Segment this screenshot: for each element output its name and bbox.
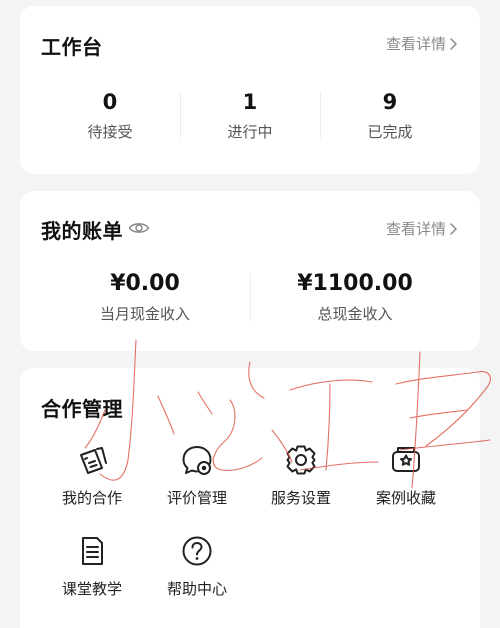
eye-icon[interactable] [128, 219, 150, 237]
cooperation-card: 合作管理 我的合作 评价管理 服务设置 案例收藏 课堂教学 帮助中心 [20, 368, 480, 628]
chevron-right-icon [450, 37, 457, 50]
document-icon [82, 537, 103, 565]
grid-item-label: 服务设置 [270, 489, 331, 507]
settings-icon [286, 445, 316, 475]
grid-item-my-cooperation[interactable]: 我的合作 [37, 443, 147, 508]
chevron-right-icon [450, 222, 457, 235]
workbench-title: 工作台 [41, 35, 103, 59]
star-box-icon [392, 447, 420, 472]
grid-item-review-management[interactable]: 评价管理 [142, 443, 252, 508]
grid-item-label: 我的合作 [61, 489, 122, 507]
grid-item-classroom[interactable]: 课堂教学 [37, 534, 147, 599]
chat-bubble-icon [182, 446, 212, 475]
divider [320, 92, 321, 138]
grid-item-case-favorites[interactable]: 案例收藏 [351, 443, 461, 508]
divider [180, 92, 181, 138]
bill-card: 我的账单 查看详情 ¥0.00 当月现金收入 ¥1100.00 总现金收入 [20, 191, 480, 351]
grid-item-label: 案例收藏 [375, 489, 436, 507]
stat-monthly-income-label: 当月现金收入 [99, 305, 191, 323]
stat-completed-value: 9 [382, 90, 398, 114]
stat-pending-value: 0 [102, 90, 118, 114]
stat-in-progress-label: 进行中 [227, 123, 273, 141]
bill-detail-link[interactable]: 查看详情 [386, 218, 458, 239]
question-icon [182, 536, 212, 566]
stat-in-progress-value: 1 [242, 90, 258, 114]
bill-title: 我的账单 [41, 219, 123, 243]
stat-pending[interactable]: 0 待接受 [87, 89, 132, 142]
workbench-card: 工作台 查看详情 0 待接受 1 进行中 9 已完成 [20, 6, 480, 174]
stat-total-income-label: 总现金收入 [317, 305, 393, 323]
cards-icon [80, 447, 107, 474]
stat-completed-label: 已完成 [367, 123, 413, 141]
grid-item-label: 帮助中心 [166, 580, 227, 598]
stat-in-progress[interactable]: 1 进行中 [227, 89, 272, 142]
stat-total-income-value: ¥1100.00 [297, 271, 413, 296]
grid-item-label: 课堂教学 [61, 580, 122, 598]
stat-total-income[interactable]: ¥1100.00 总现金收入 [297, 271, 413, 324]
stat-monthly-income[interactable]: ¥0.00 当月现金收入 [100, 271, 190, 324]
grid-item-service-settings[interactable]: 服务设置 [246, 443, 356, 508]
bill-detail-label: 查看详情 [385, 220, 446, 238]
workbench-detail-link[interactable]: 查看详情 [386, 33, 458, 54]
grid-item-help-center[interactable]: 帮助中心 [142, 534, 252, 599]
stat-completed[interactable]: 9 已完成 [367, 89, 412, 142]
stat-monthly-income-value: ¥0.00 [110, 271, 180, 296]
grid-item-label: 评价管理 [166, 489, 227, 507]
workbench-detail-label: 查看详情 [385, 35, 446, 53]
cooperation-title: 合作管理 [41, 397, 123, 421]
divider [250, 273, 251, 321]
stat-pending-label: 待接受 [87, 123, 133, 141]
